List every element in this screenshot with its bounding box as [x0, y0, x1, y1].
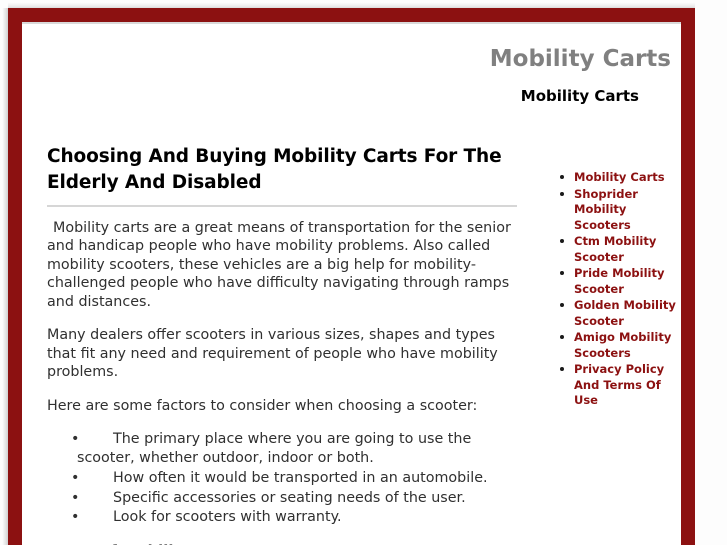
- bullet-icon: •: [71, 469, 80, 486]
- section-title: Mobility Carts: [520, 87, 639, 105]
- sidebar-item-golden-mobility-scooter[interactable]: Golden Mobility Scooter: [552, 298, 677, 329]
- sidebar-item-label[interactable]: Mobility Carts: [574, 170, 677, 186]
- sidebar-item-ctm-mobility-scooter[interactable]: Ctm Mobility Scooter: [552, 234, 677, 265]
- article-paragraph-2: Many dealers offer scooters in various s…: [47, 327, 498, 381]
- sidebar-item-label[interactable]: Golden Mobility Scooter: [574, 298, 677, 329]
- page-frame: Mobility Carts Mobility Carts Choosing A…: [0, 0, 727, 545]
- sidebar-item-label[interactable]: Shoprider Mobility Scooters: [574, 187, 677, 234]
- list-item-label: Specific accessories or seating needs of…: [113, 489, 466, 506]
- list-item-label: Look for scooters with warranty.: [113, 509, 342, 526]
- sidebar-item-label[interactable]: Amigo Mobility Scooters: [574, 330, 677, 361]
- sidebar-list: Mobility Carts Shoprider Mobility Scoote…: [552, 170, 677, 409]
- list-item: • How often it would be transported in a…: [47, 469, 517, 488]
- sidebar-item-shoprider-mobility-scooters[interactable]: Shoprider Mobility Scooters: [552, 187, 677, 234]
- list-item: • Look for scooters with warranty.: [47, 508, 517, 527]
- bullet-icon: [560, 239, 564, 244]
- sidebar-item-amigo-mobility-scooters[interactable]: Amigo Mobility Scooters: [552, 330, 677, 361]
- sidebar-item-privacy-policy[interactable]: Privacy Policy And Terms Of Use: [552, 362, 677, 409]
- factors-list: • The primary place where you are going …: [47, 430, 517, 527]
- bullet-icon: •: [71, 509, 80, 526]
- page-content: Mobility Carts Mobility Carts Choosing A…: [22, 24, 681, 545]
- sidebar-navigation: Mobility Carts Shoprider Mobility Scoote…: [552, 170, 677, 410]
- bullet-icon: [560, 191, 564, 196]
- list-item: • The primary place where you are going …: [47, 430, 517, 468]
- bullet-icon: •: [71, 489, 80, 506]
- article-paragraph-3: Here are some factors to consider when c…: [47, 397, 478, 414]
- bullet-icon: [560, 175, 564, 179]
- article-column: Choosing And Buying Mobility Carts For T…: [47, 144, 517, 545]
- bullet-icon: [560, 271, 564, 276]
- list-item-label: The primary place where you are going to…: [77, 430, 472, 466]
- sidebar-item-label[interactable]: Privacy Policy And Terms Of Use: [574, 362, 677, 409]
- bullet-icon: •: [71, 430, 80, 447]
- bullet-icon: [560, 367, 564, 372]
- site-title: Mobility Carts: [489, 46, 671, 72]
- page-title: Choosing And Buying Mobility Carts For T…: [47, 146, 502, 193]
- article-paragraph-1: Mobility carts are a great means of tran…: [47, 220, 511, 310]
- bullet-icon: [560, 303, 564, 308]
- sidebar-item-mobility-carts[interactable]: Mobility Carts: [552, 170, 677, 186]
- bullet-icon: [560, 335, 564, 340]
- list-item: • Specific accessories or seating needs …: [47, 489, 517, 508]
- sidebar-item-label[interactable]: Pride Mobility Scooter: [574, 266, 677, 297]
- list-item-label: How often it would be transported in an …: [113, 469, 488, 486]
- heading-divider: [47, 205, 517, 208]
- sidebar-item-pride-mobility-scooter[interactable]: Pride Mobility Scooter: [552, 266, 677, 297]
- sidebar-item-label[interactable]: Ctm Mobility Scooter: [574, 234, 677, 265]
